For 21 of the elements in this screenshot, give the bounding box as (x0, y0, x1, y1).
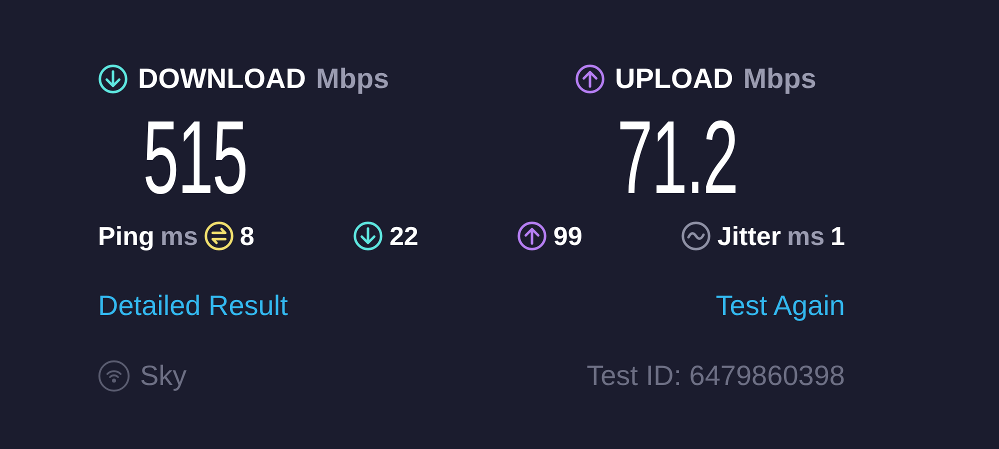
exchange-icon (204, 221, 234, 251)
speed-value: 515 (143, 108, 247, 208)
provider-name: Sky (140, 360, 187, 392)
stat-value: 1 (830, 220, 845, 252)
wifi-icon (98, 360, 130, 392)
speed-value: 71.2 (617, 108, 738, 208)
detailed-result-link[interactable]: Detailed Result (98, 290, 288, 322)
stat-value: 22 (389, 220, 418, 252)
result-label: UPLOAD (615, 63, 734, 95)
unit-label: ms (160, 220, 198, 252)
result-label: DOWNLOAD (138, 63, 306, 95)
wave-icon (681, 221, 712, 251)
unit-label: Mbps (316, 63, 390, 95)
unit-label: Mbps (743, 63, 816, 95)
test-again-link[interactable]: Test Again (716, 290, 845, 322)
stat-value: 99 (553, 220, 582, 252)
test-id: Test ID: 6479860398 (586, 360, 845, 392)
unit-label: ms (786, 220, 825, 252)
stat-value: 8 (240, 220, 254, 252)
stat-label: Jitter (717, 220, 781, 252)
stat-label: Ping (98, 220, 154, 252)
